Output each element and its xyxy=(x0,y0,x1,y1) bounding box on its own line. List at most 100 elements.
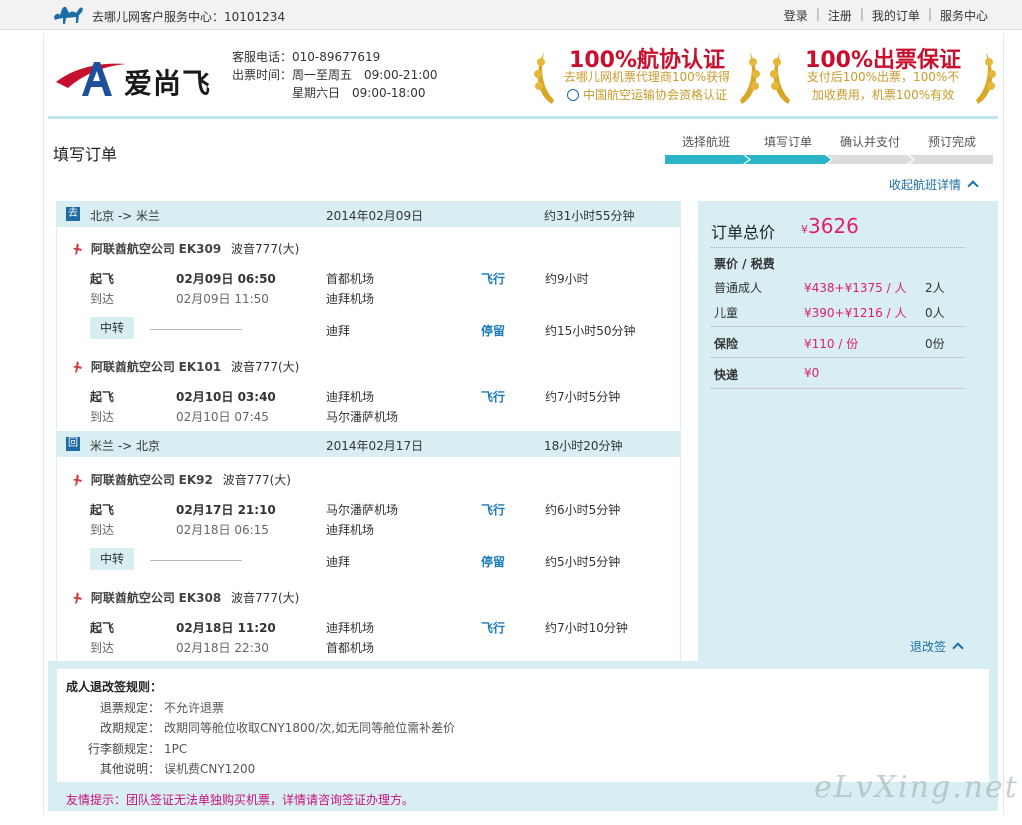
flight-time: 约9小时 xyxy=(545,272,589,286)
segment-header-return: 回 米兰 -> 北京 2014年02月17日 18小时20分钟 xyxy=(56,431,681,457)
arrival-time: 02月09日 11:50 xyxy=(176,292,269,306)
separator: | xyxy=(859,7,864,21)
departure-airport: 马尔潘萨机场 xyxy=(326,503,399,517)
flight-status: 飞行 xyxy=(481,272,506,286)
transfer-status: 停留 xyxy=(481,324,506,338)
badge-sub-2: 加收费用，机票100%有效 xyxy=(811,88,955,102)
rule-value: 1PC xyxy=(164,742,188,756)
step-progress-bar xyxy=(665,155,993,164)
top-bar: 去哪儿网客户服务中心：10101234 登录 | 注册 | 我的订单 | 服务中… xyxy=(0,0,1022,30)
arrival-label: 到达 xyxy=(90,641,115,655)
phone-line: 客服电话：010-89677619 xyxy=(232,50,381,64)
arrival-airport: 迪拜机场 xyxy=(326,523,375,537)
child-count: 0人 xyxy=(925,306,945,320)
insurance-price: ¥110 / 份 xyxy=(804,337,859,351)
divider xyxy=(711,357,965,358)
friendly-tip: 友情提示：团队签证无法单独购买机票，详情请咨询签证办理方。 xyxy=(66,793,415,807)
rule-value: 误机费CNY1200 xyxy=(164,762,256,776)
brand-a-icon xyxy=(56,62,126,96)
segment-duration: 约31小时55分钟 xyxy=(544,209,635,223)
airline-logo-icon xyxy=(73,361,82,373)
transfer-status: 停留 xyxy=(481,555,506,569)
top-links: 登录 | 注册 | 我的订单 | 服务中心 xyxy=(784,7,988,24)
hours-line: 出票时间：周一至周五 09:00-21:00 xyxy=(232,66,438,84)
transfer-line xyxy=(150,329,242,330)
step-confirm-pay: 确认并支付 xyxy=(839,135,900,149)
flight-header: 阿联酋航空公司 EK309 波音777(大) xyxy=(72,240,299,257)
camel-logo-icon[interactable] xyxy=(52,3,86,27)
segment-date: 2014年02月17日 xyxy=(326,439,424,453)
flight-code: EK309 xyxy=(178,242,222,256)
login-link[interactable]: 登录 xyxy=(784,7,808,24)
logo-text: 爱尚飞 xyxy=(124,67,212,100)
arrival-time: 02月18日 22:30 xyxy=(176,641,269,655)
segment-route: 北京 -> 米兰 xyxy=(90,209,161,223)
segment-route: 米兰 -> 北京 xyxy=(90,439,161,453)
departure-time: 02月18日 11:20 xyxy=(176,621,276,635)
globe-icon xyxy=(566,89,579,101)
flight-header: 阿联酋航空公司 EK101 波音777(大) xyxy=(72,358,299,375)
arrival-label: 到达 xyxy=(90,410,115,424)
arrival-airport: 迪拜机场 xyxy=(326,292,375,306)
rule-value: 改期同等舱位收取CNY1800/次,如无同等舱位需补差价 xyxy=(164,721,456,735)
plane-type: 波音777(大) xyxy=(231,360,300,374)
badge-sub-1: 支付后100%出票，100%不 xyxy=(806,70,960,84)
collapse-label: 收起航班详情 xyxy=(889,178,962,192)
transfer-time: 约15小时50分钟 xyxy=(545,324,636,338)
divider xyxy=(711,388,965,389)
refund-change-label: 退改签 xyxy=(910,640,947,654)
transfer-city: 迪拜 xyxy=(326,324,351,338)
order-total-price: ¥3626 xyxy=(801,214,859,238)
step-fill-order: 填写订单 xyxy=(763,135,812,149)
rule-other: 其他说明： 误机费CNY1200 xyxy=(0,760,255,777)
separator: | xyxy=(815,7,820,21)
plane-type: 波音777(大) xyxy=(231,242,300,256)
flight-time: 约7小时5分钟 xyxy=(545,390,621,404)
flight-code: EK101 xyxy=(178,360,222,374)
departure-time: 02月10日 03:40 xyxy=(176,390,276,404)
insurance-label: 保险 xyxy=(714,337,739,351)
refund-change-toggle[interactable]: 退改签 xyxy=(910,638,964,655)
departure-time: 02月09日 06:50 xyxy=(176,272,276,286)
flight-header: 阿联酋航空公司 EK308 波音777(大) xyxy=(72,589,299,606)
hours-weekend: 星期六日 09:00-18:00 xyxy=(292,86,426,100)
departure-time: 02月17日 21:10 xyxy=(176,503,276,517)
rule-change: 改期规定： 改期同等舱位收取CNY1800/次,如无同等舱位需补差价 xyxy=(0,719,455,736)
separator: | xyxy=(927,7,932,21)
flight-status: 飞行 xyxy=(481,621,506,635)
outbound-tag: 去 xyxy=(66,207,80,221)
airline-logo-icon xyxy=(73,592,82,604)
page-title: 填写订单 xyxy=(53,145,118,164)
departure-label: 起飞 xyxy=(90,390,115,404)
airline-logo-icon xyxy=(73,243,82,255)
insurance-count: 0份 xyxy=(925,337,945,351)
register-link[interactable]: 注册 xyxy=(828,7,852,24)
my-orders-link[interactable]: 我的订单 xyxy=(872,7,920,24)
flight-code: EK308 xyxy=(178,591,222,605)
airline-name: 阿联酋航空公司 xyxy=(90,473,175,487)
arrival-label: 到达 xyxy=(90,292,115,306)
arrival-label: 到达 xyxy=(90,523,115,537)
departure-label: 起飞 xyxy=(90,621,115,635)
rules-title: 成人退改签规则： xyxy=(66,680,163,694)
airline-logo-icon xyxy=(73,474,82,486)
service-center-text: 去哪儿网客户服务中心：10101234 xyxy=(92,10,286,24)
segment-date: 2014年02月09日 xyxy=(326,209,424,223)
service-center-link[interactable]: 服务中心 xyxy=(940,7,988,24)
chevron-up-icon xyxy=(967,180,979,192)
segment-duration: 18小时20分钟 xyxy=(544,439,623,453)
brand-logo[interactable]: 爱尚飞 xyxy=(54,48,224,104)
rule-value: 不允许退票 xyxy=(164,701,225,715)
delivery-label: 快递 xyxy=(714,368,739,382)
badge-sub-2: 中国航空运输协会资格认证 xyxy=(532,86,762,103)
transfer-time: 约5小时5分钟 xyxy=(545,555,621,569)
flight-time: 约7小时10分钟 xyxy=(545,621,628,635)
transfer-line xyxy=(150,560,242,561)
delivery-price: ¥0 xyxy=(804,366,820,380)
step-select-flight: 选择航班 xyxy=(681,135,730,149)
adult-price: ¥438+¥1375 / 人 xyxy=(804,281,907,295)
divider xyxy=(711,326,965,327)
collapse-flight-details-link[interactable]: 收起航班详情 xyxy=(889,176,979,193)
flight-code: EK92 xyxy=(178,473,213,487)
divider xyxy=(711,247,965,248)
